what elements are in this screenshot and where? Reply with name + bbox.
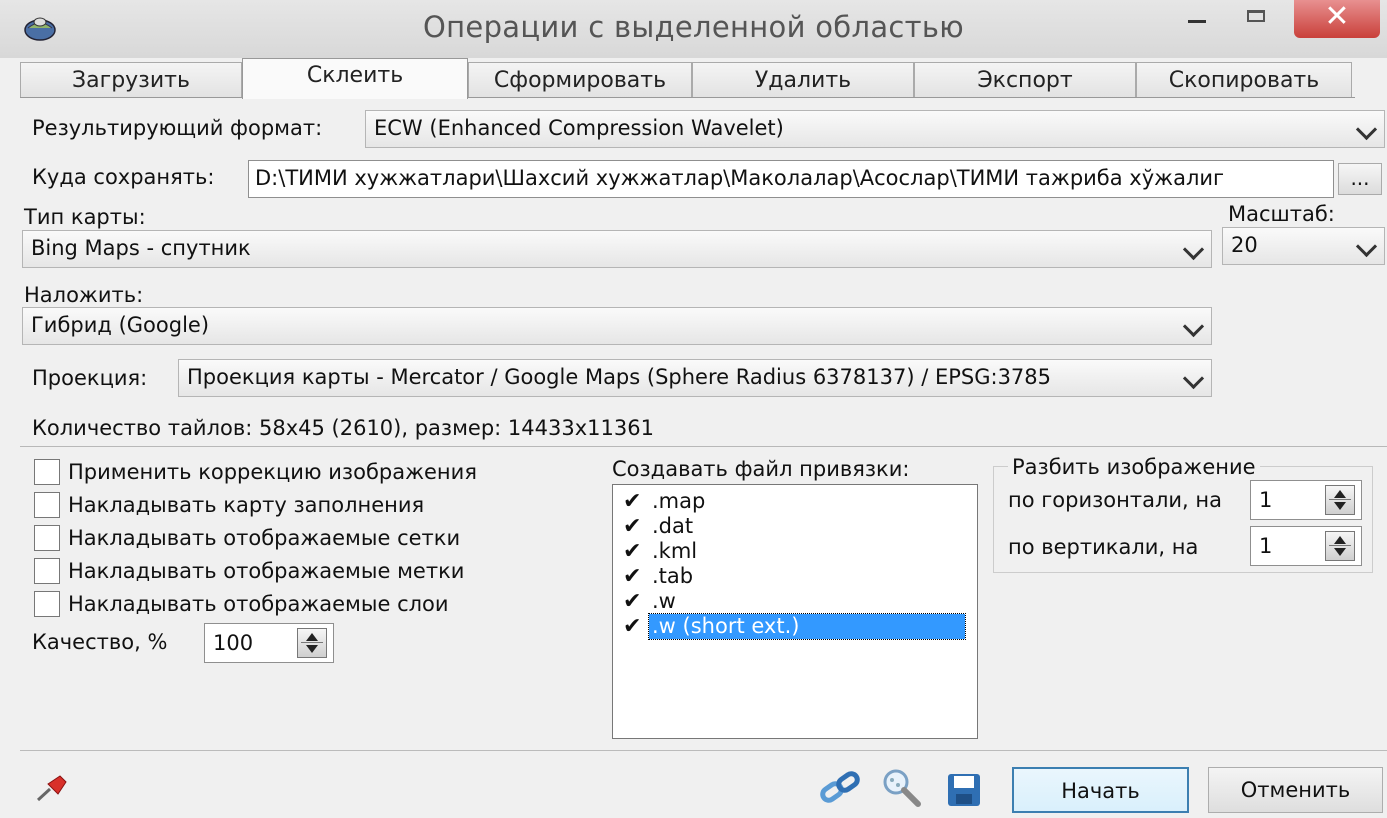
checkmark-icon: ✔ xyxy=(623,614,642,639)
checkbox[interactable] xyxy=(34,525,60,551)
projection-select[interactable]: Проекция карты - Mercator / Google Maps … xyxy=(178,359,1212,397)
overlay-select[interactable]: Гибрид (Google) xyxy=(22,307,1212,345)
scale-value: 20 xyxy=(1231,233,1258,257)
tab-generate[interactable]: Сформировать xyxy=(468,62,692,98)
close-icon: ✕ xyxy=(1324,0,1350,34)
spinner-arrows-icon[interactable] xyxy=(1325,531,1355,561)
projection-label: Проекция: xyxy=(32,366,148,390)
browse-button[interactable]: ... xyxy=(1338,163,1382,195)
save-floppy-icon[interactable] xyxy=(944,770,984,810)
tab-bar: Загрузить Склеить Сформировать Удалить Э… xyxy=(20,58,1352,99)
tiles-info: Количество тайлов: 58x45 (2610), размер:… xyxy=(32,416,654,440)
option-label: Применить коррекцию изображения xyxy=(68,460,477,484)
chevron-down-icon xyxy=(1182,238,1205,261)
split-vertical-spinner[interactable]: 1 xyxy=(1250,526,1362,566)
tab-panel-border xyxy=(20,97,1355,98)
checkbox[interactable] xyxy=(34,492,60,518)
overlay-value: Гибрид (Google) xyxy=(31,313,210,337)
georef-listbox[interactable]: ✔ .map ✔ .dat ✔ .kml ✔ .tab ✔ .w ✔ .w (short e… xyxy=(612,484,978,739)
chevron-down-icon xyxy=(1182,315,1205,338)
quality-spinner[interactable]: 100 xyxy=(204,623,334,663)
checkmark-icon: ✔ xyxy=(623,589,642,614)
link-chain-icon[interactable] xyxy=(818,768,866,808)
cancel-button[interactable]: Отменить xyxy=(1208,767,1383,813)
dialog-window: Операции с выделенной областью ✕ Загрузи… xyxy=(0,0,1387,818)
list-item[interactable]: ✔ .dat xyxy=(623,514,696,539)
tab-load[interactable]: Загрузить xyxy=(20,62,242,98)
result-format-value: ECW (Enhanced Compression Wavelet) xyxy=(374,116,784,140)
list-item[interactable]: ✔ .kml xyxy=(623,539,700,564)
split-horizontal-value: 1 xyxy=(1259,488,1273,512)
chevron-down-icon xyxy=(1355,235,1378,258)
checkmark-icon: ✔ xyxy=(623,514,642,539)
zoom-magnifier-icon[interactable] xyxy=(880,766,924,810)
overlay-label: Наложить: xyxy=(24,283,144,307)
tab-export[interactable]: Экспорт xyxy=(914,62,1136,98)
result-format-label: Результирующий формат: xyxy=(32,116,323,140)
minimize-button[interactable] xyxy=(1172,0,1226,38)
save-to-label: Куда сохранять: xyxy=(32,165,215,189)
tab-stitch[interactable]: Склеить xyxy=(242,58,468,99)
section-divider xyxy=(20,446,1387,447)
tab-copy[interactable]: Скопировать xyxy=(1136,62,1352,98)
chevron-down-icon xyxy=(1355,118,1378,141)
projection-value: Проекция карты - Mercator / Google Maps … xyxy=(187,365,1052,389)
split-horizontal-label: по горизонтали, на xyxy=(1008,488,1222,512)
checkbox[interactable] xyxy=(34,558,60,584)
georef-label: Создавать файл привязки: xyxy=(612,457,910,481)
pin-icon[interactable] xyxy=(34,774,70,804)
option-label: Накладывать отображаемые слои xyxy=(68,592,449,616)
split-horizontal-spinner[interactable]: 1 xyxy=(1250,480,1362,520)
option-label: Накладывать отображаемые сетки xyxy=(68,526,461,550)
checkbox[interactable] xyxy=(34,591,60,617)
option-label: Накладывать отображаемые метки xyxy=(68,559,465,583)
bottom-divider xyxy=(20,750,1387,751)
save-path-input[interactable]: D:\ТИМИ хужжатлари\Шахсий хужжатлар\Мако… xyxy=(248,160,1334,198)
map-type-label: Тип карты: xyxy=(24,205,146,229)
map-type-value: Bing Maps - спутник xyxy=(31,236,251,260)
spinner-arrows-icon[interactable] xyxy=(297,628,327,658)
split-vertical-label: по вертикали, на xyxy=(1008,535,1199,559)
list-item[interactable]: ✔ .map xyxy=(623,489,708,514)
title-bar[interactable]: Операции с выделенной областью ✕ xyxy=(0,0,1387,58)
result-format-select[interactable]: ECW (Enhanced Compression Wavelet) xyxy=(365,110,1385,148)
split-vertical-value: 1 xyxy=(1259,534,1273,558)
start-button[interactable]: Начать xyxy=(1012,767,1189,813)
option-label: Накладывать карту заполнения xyxy=(68,493,425,517)
checkmark-icon: ✔ xyxy=(623,489,642,514)
quality-label: Качество, % xyxy=(32,630,168,654)
scale-label: Масштаб: xyxy=(1228,202,1335,226)
scale-select[interactable]: 20 xyxy=(1222,227,1385,265)
maximize-button[interactable] xyxy=(1230,0,1286,38)
checkmark-icon: ✔ xyxy=(623,539,642,564)
spinner-arrows-icon[interactable] xyxy=(1325,485,1355,515)
list-item[interactable]: ✔ .w xyxy=(623,589,679,614)
quality-value: 100 xyxy=(213,631,254,655)
tab-delete[interactable]: Удалить xyxy=(692,62,914,98)
map-type-select[interactable]: Bing Maps - спутник xyxy=(22,230,1212,268)
checkbox[interactable] xyxy=(34,459,60,485)
chevron-down-icon xyxy=(1182,367,1205,390)
list-item-selected[interactable]: ✔ .w (short ext.) xyxy=(623,613,966,640)
split-image-title: Разбить изображение xyxy=(1008,455,1260,479)
close-button[interactable]: ✕ xyxy=(1294,0,1380,38)
checkmark-icon: ✔ xyxy=(623,564,642,589)
list-item[interactable]: ✔ .tab xyxy=(623,564,696,589)
